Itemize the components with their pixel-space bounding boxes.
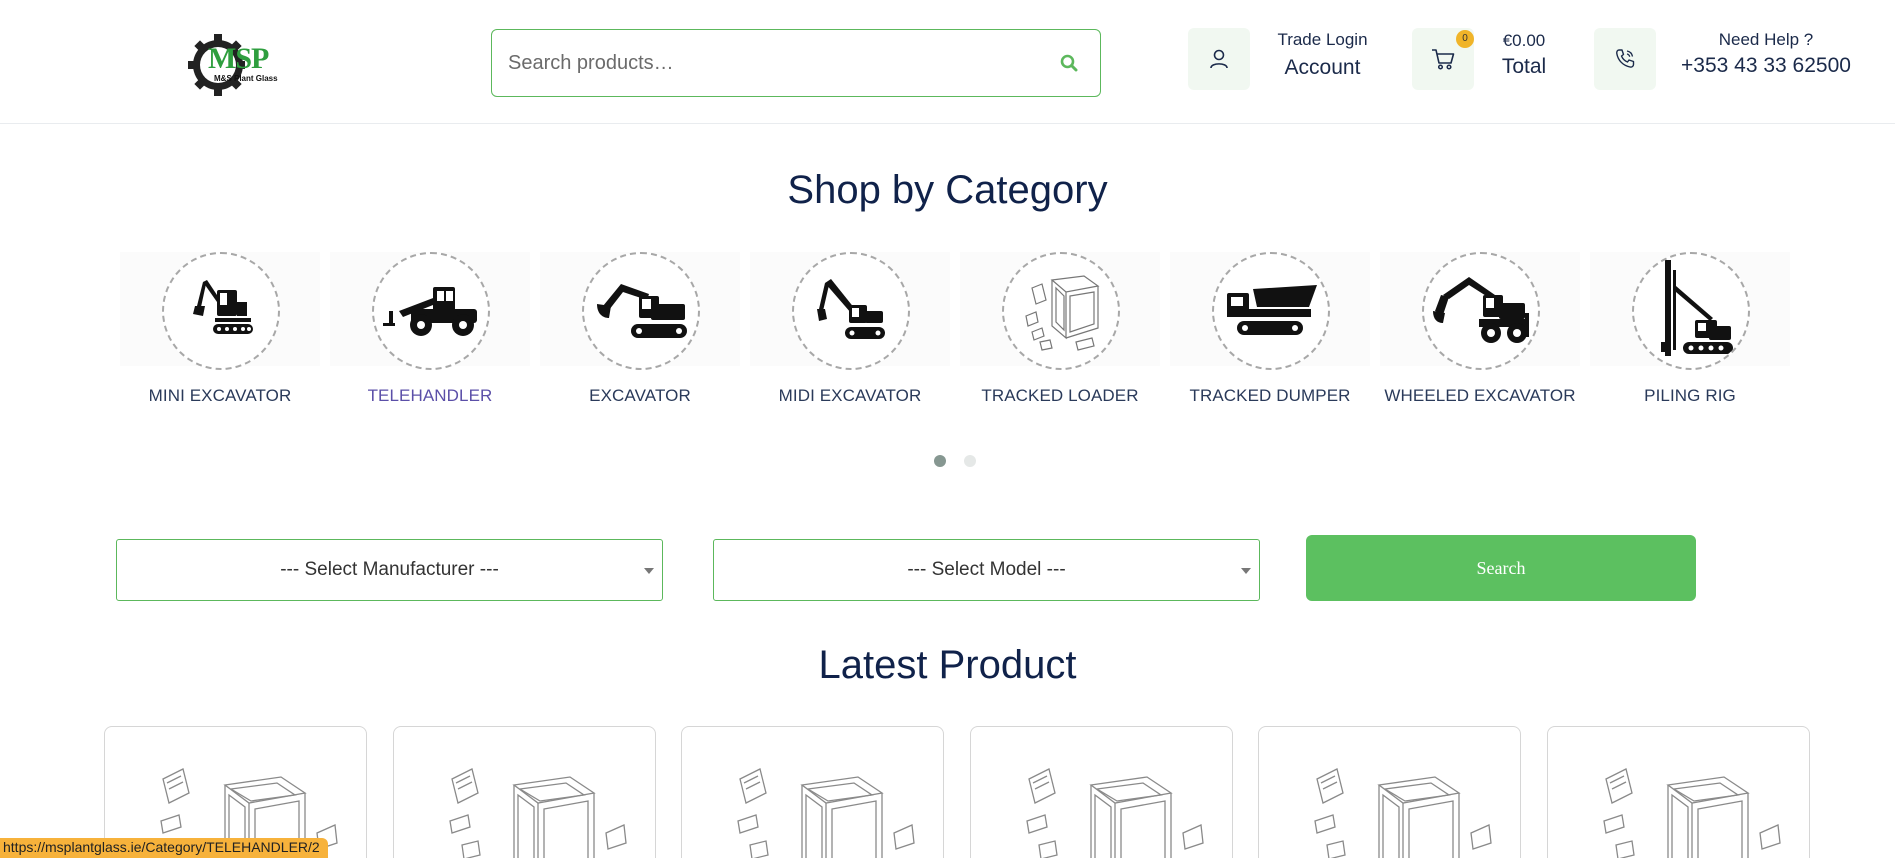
category-item-tracked-dumper[interactable]: TRACKED DUMPER <box>1170 252 1370 412</box>
category-label: MINI EXCAVATOR <box>148 386 292 405</box>
category-item-tracked-loader[interactable]: TRACKED LOADER <box>960 252 1160 412</box>
category-item-telehandler[interactable]: TELEHANDLER <box>330 252 530 412</box>
chevron-down-icon <box>1241 568 1251 574</box>
category-label: TRACKED LOADER <box>981 386 1139 405</box>
cart-total[interactable]: €0.00 Total <box>1494 31 1554 79</box>
product-card[interactable] <box>970 726 1233 858</box>
piling-rig-icon <box>1661 260 1733 356</box>
search-input[interactable] <box>508 30 1038 96</box>
category-circle <box>792 252 910 370</box>
cart-count-badge: 0 <box>1456 30 1474 48</box>
phone-number: +353 43 33 62500 <box>1681 54 1851 77</box>
manufacturer-select[interactable]: --- Select Manufacturer --- <box>116 539 663 601</box>
telehandler-icon <box>383 287 477 336</box>
product-card[interactable] <box>1258 726 1521 858</box>
category-circle <box>1422 252 1540 370</box>
help-contact[interactable]: Need Help ? +353 43 33 62500 <box>1676 30 1856 78</box>
cab-glass-diagram-icon <box>1026 768 1204 858</box>
manufacturer-select-value: --- Select Manufacturer --- <box>280 559 499 580</box>
trade-login-label: Trade Login <box>1277 30 1368 49</box>
chevron-down-icon <box>644 568 654 574</box>
category-circle <box>1632 252 1750 370</box>
user-icon <box>1210 49 1228 69</box>
search-icon <box>1060 54 1078 72</box>
search-submit-button[interactable] <box>1056 50 1082 76</box>
category-label: TRACKED DUMPER <box>1189 386 1351 405</box>
filter-search-button[interactable]: Search <box>1306 535 1696 601</box>
tracked-loader-icon <box>1025 275 1100 351</box>
product-card[interactable] <box>1547 726 1810 858</box>
cart-icon <box>1432 49 1455 70</box>
tracked-dumper-icon <box>1227 285 1317 335</box>
wheeled-excavator-icon <box>1433 277 1529 343</box>
carousel-dot-active[interactable] <box>934 455 946 467</box>
cart-total-label: Total <box>1501 55 1547 78</box>
latest-product-title: Latest Product <box>818 643 1077 687</box>
category-label: PILING RIG <box>1644 386 1736 405</box>
category-item-excavator[interactable]: EXCAVATOR <box>540 252 740 412</box>
phone-icon <box>1616 49 1635 68</box>
mini-excavator-icon <box>193 280 253 334</box>
product-grid <box>104 726 1810 858</box>
category-carousel: MINI EXCAVATOR TELEHANDLER EXCAVATOR MID… <box>120 252 1790 412</box>
category-circle <box>1002 252 1120 370</box>
category-item-midi-excavator[interactable]: MIDI EXCAVATOR <box>750 252 950 412</box>
category-circle <box>162 252 280 370</box>
logo-text: MSP <box>208 42 269 75</box>
model-select[interactable]: --- Select Model --- <box>713 539 1260 601</box>
cab-glass-diagram-icon <box>737 768 915 858</box>
category-label: WHEELED EXCAVATOR <box>1384 386 1576 405</box>
category-item-piling-rig[interactable]: PILING RIG <box>1590 252 1790 412</box>
status-bar-url: https://msplantglass.ie/Category/TELEHAN… <box>0 838 328 858</box>
category-item-mini-excavator[interactable]: MINI EXCAVATOR <box>120 252 320 412</box>
cart-amount: €0.00 <box>1502 31 1546 50</box>
shop-by-category-title: Shop by Category <box>787 168 1108 212</box>
product-card[interactable] <box>393 726 656 858</box>
category-item-wheeled-excavator[interactable]: WHEELED EXCAVATOR <box>1380 252 1580 412</box>
model-select-value: --- Select Model --- <box>907 559 1066 580</box>
carousel-dot[interactable] <box>964 455 976 467</box>
midi-excavator-icon <box>817 279 885 339</box>
excavator-icon <box>597 284 687 338</box>
phone-button[interactable] <box>1594 28 1656 90</box>
cab-glass-diagram-icon <box>449 768 627 858</box>
category-label: EXCAVATOR <box>589 386 691 405</box>
account-button[interactable] <box>1188 28 1250 90</box>
site-header: MSP M&S Plant Glass Trade Login Account … <box>0 0 1895 124</box>
category-label: TELEHANDLER <box>367 386 493 405</box>
account-label: Account <box>1284 56 1361 79</box>
logo-subtext: M&S Plant Glass <box>214 74 278 83</box>
need-help-label: Need Help ? <box>1718 30 1814 49</box>
category-label: MIDI EXCAVATOR <box>778 386 922 405</box>
site-logo[interactable]: MSP M&S Plant Glass <box>188 30 284 100</box>
account-link[interactable]: Trade Login Account <box>1270 30 1375 80</box>
cab-glass-diagram-icon <box>1314 768 1492 858</box>
product-search <box>491 29 1101 97</box>
category-circle <box>1212 252 1330 370</box>
category-circle <box>582 252 700 370</box>
cab-glass-diagram-icon <box>1603 768 1781 858</box>
product-card[interactable] <box>681 726 944 858</box>
category-circle <box>372 252 490 370</box>
